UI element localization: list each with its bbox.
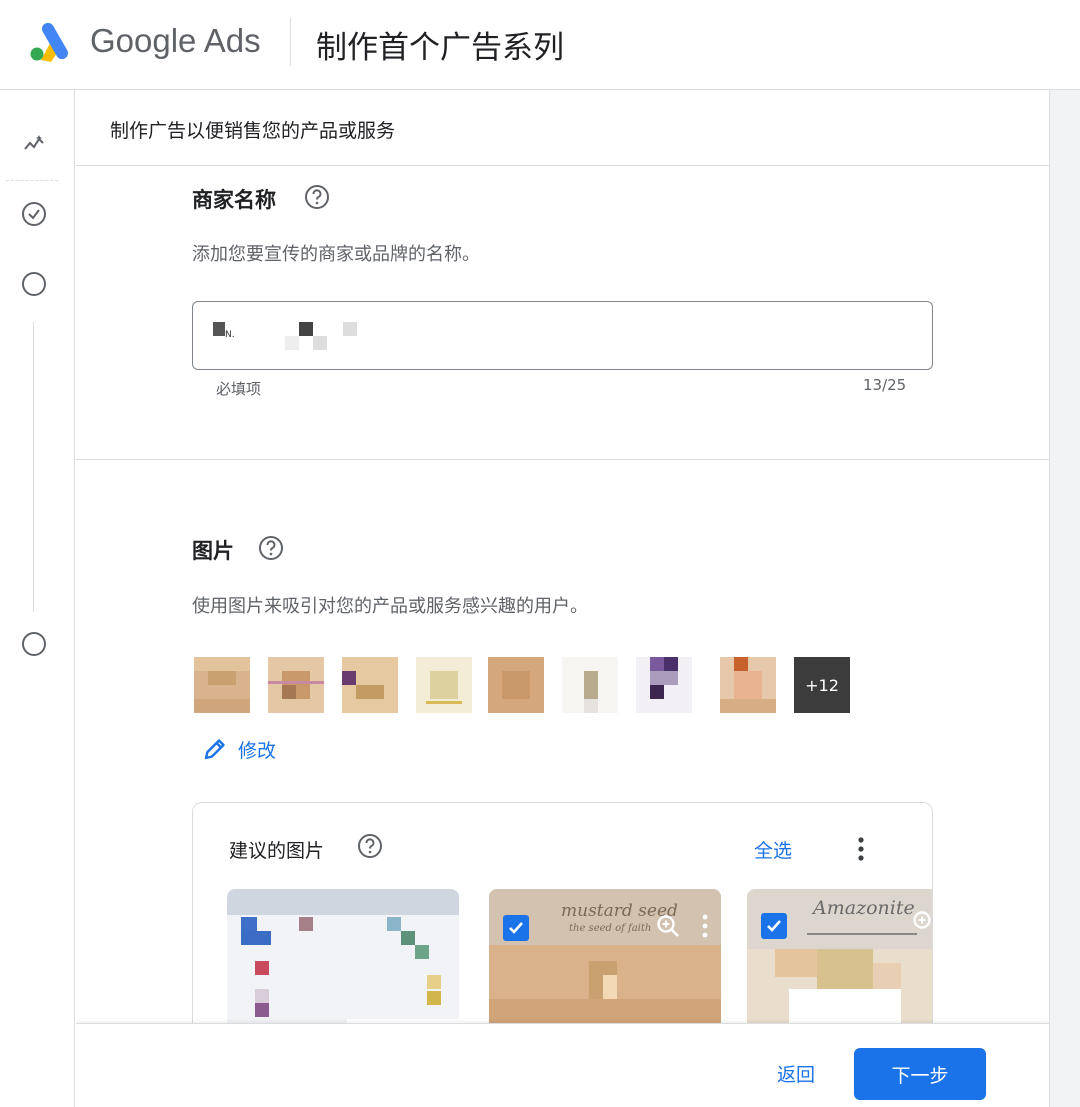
rail-divider [6,180,58,181]
section-header-title: 制作广告以便销售您的产品或服务 [110,120,396,142]
image-thumbnail[interactable] [194,657,250,713]
help-icon[interactable] [357,833,383,859]
header-divider [290,18,291,66]
checkbox-checked[interactable] [761,913,787,939]
required-hint: 必填项 [216,380,262,398]
step-rail [0,90,75,1107]
more-images-badge[interactable]: +12 [794,657,850,713]
char-counter: 13/25 [863,376,907,394]
suggested-images-title: 建议的图片 [229,840,325,862]
section-header: 制作广告以便销售您的产品或服务 [76,90,1049,166]
image-thumbnail[interactable] [268,657,324,713]
redacted-block [285,336,299,350]
more-options-icon[interactable] [853,835,869,863]
redacted-block [299,322,313,336]
section-divider [76,459,1049,460]
business-name-input[interactable]: N. [192,301,933,370]
business-name-description: 添加您要宣传的商家或品牌的名称。 [192,244,480,265]
sparkline-icon[interactable] [20,130,48,158]
zoom-in-icon[interactable] [911,909,933,935]
footer-bar: 返回 下一步 [76,1023,1049,1107]
help-icon[interactable] [258,535,284,561]
business-name-title: 商家名称 [192,188,276,212]
select-all-link[interactable]: 全选 [754,836,792,863]
redacted-block [343,322,357,336]
image-thumbnail[interactable] [562,657,618,713]
edit-images-link[interactable]: 修改 [202,734,276,764]
zoom-in-icon[interactable] [655,913,681,939]
image-thumbnail[interactable] [636,657,692,713]
checkbox-checked[interactable] [503,915,529,941]
more-options-icon[interactable] [701,913,709,939]
step-circle-icon[interactable] [20,270,48,298]
suggested-image-subcaption: the seed of faith [569,923,652,934]
back-button[interactable]: 返回 [766,1048,826,1098]
suggested-image-caption: Amazonite [813,897,915,919]
edit-label: 修改 [238,739,277,762]
image-thumbnail[interactable] [342,657,398,713]
images-description: 使用图片来吸引对您的产品或服务感兴趣的用户。 [192,596,588,617]
page-title: 制作首个广告系列 [316,30,564,66]
step-circle-icon[interactable] [20,630,48,658]
help-icon[interactable] [304,184,330,210]
image-thumbnail[interactable] [488,657,544,713]
check-circle-icon[interactable] [20,200,48,228]
images-title: 图片 [192,539,234,563]
redacted-block [313,336,327,350]
pencil-icon [204,739,225,760]
redacted-text [213,322,225,336]
next-button[interactable]: 下一步 [854,1048,986,1100]
input-value: N. [225,330,235,340]
scrollbar[interactable] [1049,90,1080,1107]
step-connector [33,322,34,612]
google-ads-logo [30,22,68,62]
main-content: 制作广告以便销售您的产品或服务 商家名称 添加您要宣传的商家或品牌的名称。 N.… [76,90,1049,1107]
image-thumbnail[interactable] [720,657,776,713]
image-thumbnail[interactable] [416,657,472,713]
top-app-bar: Google Ads 制作首个广告系列 [0,0,1080,90]
brand-name: Google Ads [90,22,261,59]
